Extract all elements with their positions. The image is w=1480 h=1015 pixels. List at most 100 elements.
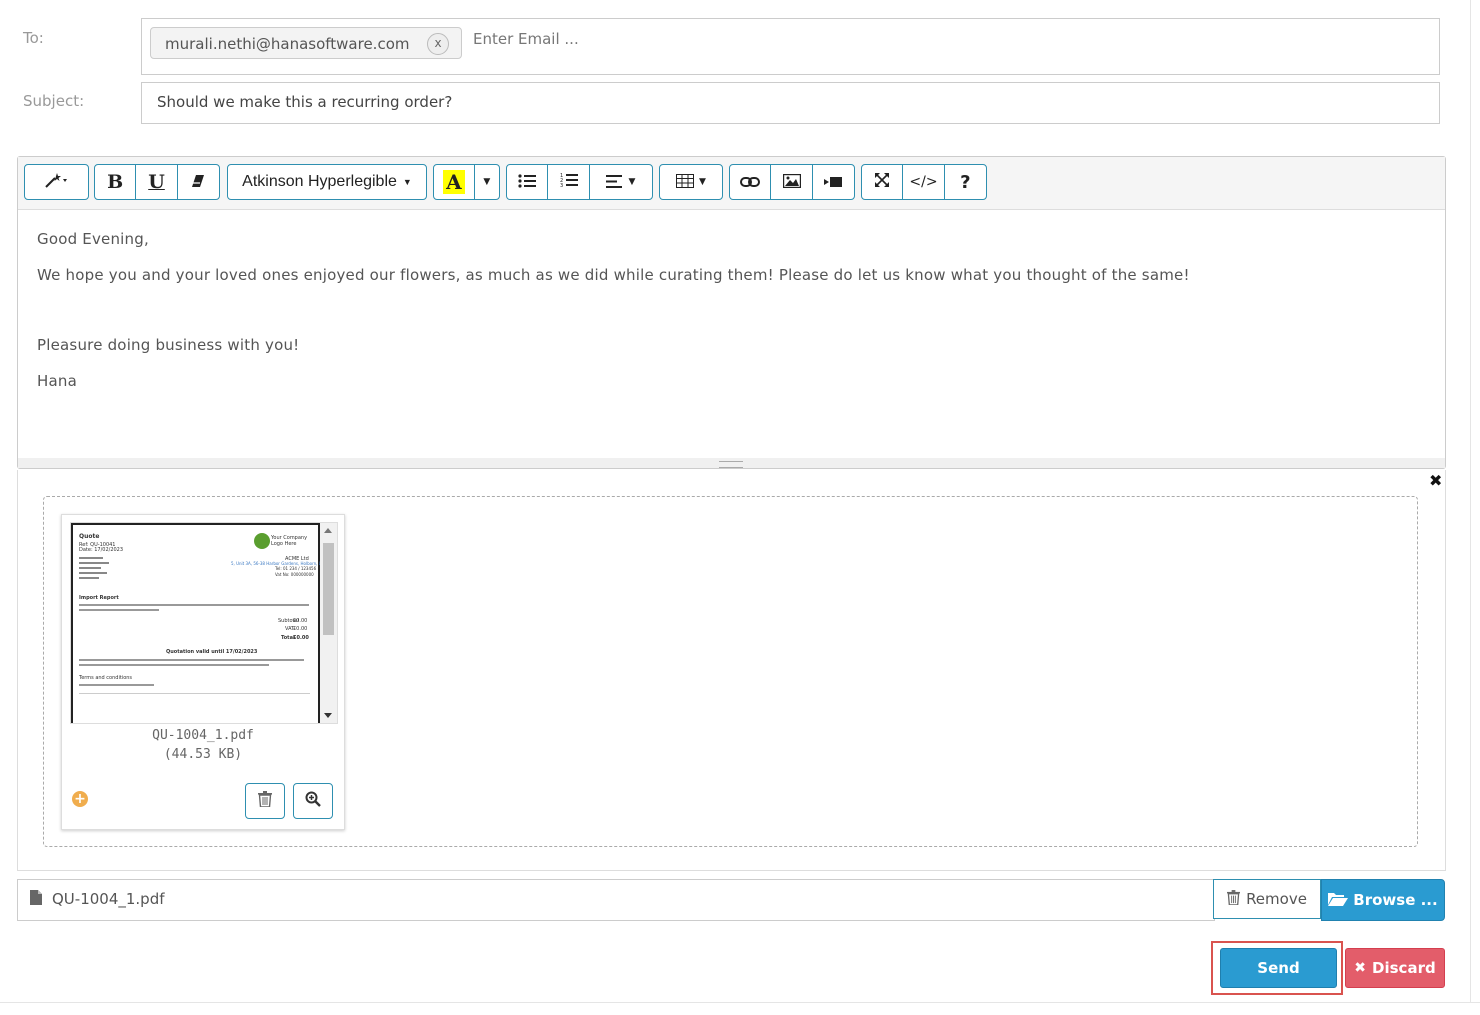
remove-recipient-button[interactable]: x [427,33,449,55]
preview-scrollbar[interactable] [320,523,337,723]
help-button[interactable]: ? [945,165,986,199]
footer-divider [0,1002,1480,1003]
subject-label: Subject: [23,92,85,110]
editor-toolbar: B U Atkinson Hyperlegible ▼ A ▼ 1 2 3 ▼ … [18,157,1445,210]
pdf-text-line [79,604,309,606]
discard-label: Discard [1372,959,1436,977]
pdf-tel: Tel: 01 234 / 123456 [275,566,317,571]
font-style-group: B U [94,164,220,200]
scroll-down-icon[interactable] [324,713,332,718]
body-paragraph: We hope you and your loved ones enjoyed … [37,266,1190,284]
fullscreen-button[interactable] [862,165,904,199]
to-label: To: [23,29,44,47]
scrollbar-thumb[interactable] [323,543,334,635]
pdf-amount: £0.00 [293,635,309,641]
font-family-dropdown[interactable]: Atkinson Hyperlegible ▼ [228,165,426,199]
attachment-file-size: (44.53 KB) [163,747,243,762]
editor-content[interactable]: Good Evening, We hope you and your loved… [18,210,1445,458]
table-icon [676,173,695,192]
pdf-vat: Vat No: 000000000 [275,572,314,577]
discard-button[interactable]: ✖ Discard [1345,948,1445,988]
rich-text-editor: B U Atkinson Hyperlegible ▼ A ▼ 1 2 3 ▼ … [17,156,1446,469]
pdf-text-line [79,684,154,686]
svg-text:3: 3 [560,183,563,188]
pdf-terms: Terms and conditions [79,675,133,681]
file-drop-zone[interactable]: Quote Ref: QU-10041 Date: 17/02/2023 You… [43,496,1418,847]
attachment-panel: Quote Ref: QU-10041 Date: 17/02/2023 You… [17,470,1446,871]
style-dropdown-button[interactable] [25,165,88,199]
browse-button[interactable]: Browse ... [1321,879,1445,921]
clear-format-button[interactable] [178,165,219,199]
insert-group [729,164,855,200]
font-color-label: A [443,170,465,194]
caret-down-icon: ▼ [628,177,636,187]
pdf-customer-block [79,557,111,583]
align-left-icon [606,173,623,192]
unordered-list-icon [518,173,537,192]
page-edge [1470,0,1471,1002]
table-dropdown-button[interactable]: ▼ [660,165,722,199]
to-field[interactable]: murali.nethi@hanasoftware.com x Enter Em… [141,18,1440,75]
folder-open-icon [1328,891,1349,910]
pdf-text-line [79,609,159,611]
code-view-button[interactable]: </> [903,165,945,199]
file-caption-field: QU-1004_1.pdf [17,879,1215,921]
company-logo-icon [254,533,270,549]
recipient-chip: murali.nethi@hanasoftware.com x [150,27,462,59]
attachment-file-name: QU-1004_1.pdf [152,728,254,743]
link-icon [740,173,761,192]
ordered-list-button[interactable]: 123 [548,165,590,199]
color-dropdown-button[interactable]: ▼ [475,165,499,199]
bold-button[interactable]: B [95,165,137,199]
font-family-group: Atkinson Hyperlegible ▼ [227,164,427,200]
font-color-button[interactable]: A [434,165,475,199]
paragraph-group: 123 ▼ [506,164,653,200]
video-button[interactable] [813,165,854,199]
remove-file-button[interactable]: Remove [1213,879,1321,919]
align-dropdown-button[interactable]: ▼ [590,165,652,199]
add-icon[interactable]: + [72,791,88,807]
pdf-valid: Quotation valid until 17/02/2023 [166,649,258,655]
close-attachments-icon[interactable]: ✖ [1429,471,1442,490]
pdf-page: Quote Ref: QU-10041 Date: 17/02/2023 You… [71,523,333,723]
caret-down-icon: ▼ [699,177,706,187]
closing-text: Pleasure doing business with you! [37,336,300,354]
scroll-up-icon[interactable] [324,528,332,533]
remove-label: Remove [1246,890,1307,908]
ordered-list-icon: 123 [560,172,578,192]
zoom-in-icon [305,791,321,811]
pdf-text-line [79,664,269,666]
trash-icon [258,791,272,811]
caret-down-icon: ▼ [483,177,491,187]
pdf-title: Quote [79,533,100,540]
pdf-divider [79,693,310,694]
file-caption-text: QU-1004_1.pdf [52,890,165,908]
pdf-amount: £0.00 [293,626,308,632]
file-preview-card: Quote Ref: QU-10041 Date: 17/02/2023 You… [61,514,345,830]
grip-icon [719,461,743,468]
magic-wand-icon [44,171,70,193]
unordered-list-button[interactable] [507,165,549,199]
pdf-amount: £0.00 [293,618,308,624]
pdf-date: Date: 17/02/2023 [79,547,124,553]
font-family-label: Atkinson Hyperlegible [242,173,397,190]
eraser-icon [191,173,205,192]
pdf-section: Import Report [79,595,119,601]
editor-resize-handle[interactable] [18,458,1445,468]
greeting-text: Good Evening, [37,230,149,248]
picture-button[interactable] [771,165,813,199]
zoom-file-button[interactable] [293,783,333,819]
video-icon [824,173,843,192]
trash-icon [1227,889,1241,909]
misc-group: </> ? [861,164,987,200]
send-button[interactable]: Send [1220,948,1337,988]
email-input-placeholder[interactable]: Enter Email ... [473,30,579,48]
delete-file-button[interactable] [245,783,285,819]
underline-button[interactable]: U [136,165,178,199]
link-button[interactable] [730,165,772,199]
pdf-text-line [79,659,304,661]
pdf-logo-text: Your Company Logo Here [271,535,308,547]
pdf-preview[interactable]: Quote Ref: QU-10041 Date: 17/02/2023 You… [70,522,338,724]
subject-input[interactable]: Should we make this a recurring order? [141,82,1440,124]
file-icon [30,890,42,909]
